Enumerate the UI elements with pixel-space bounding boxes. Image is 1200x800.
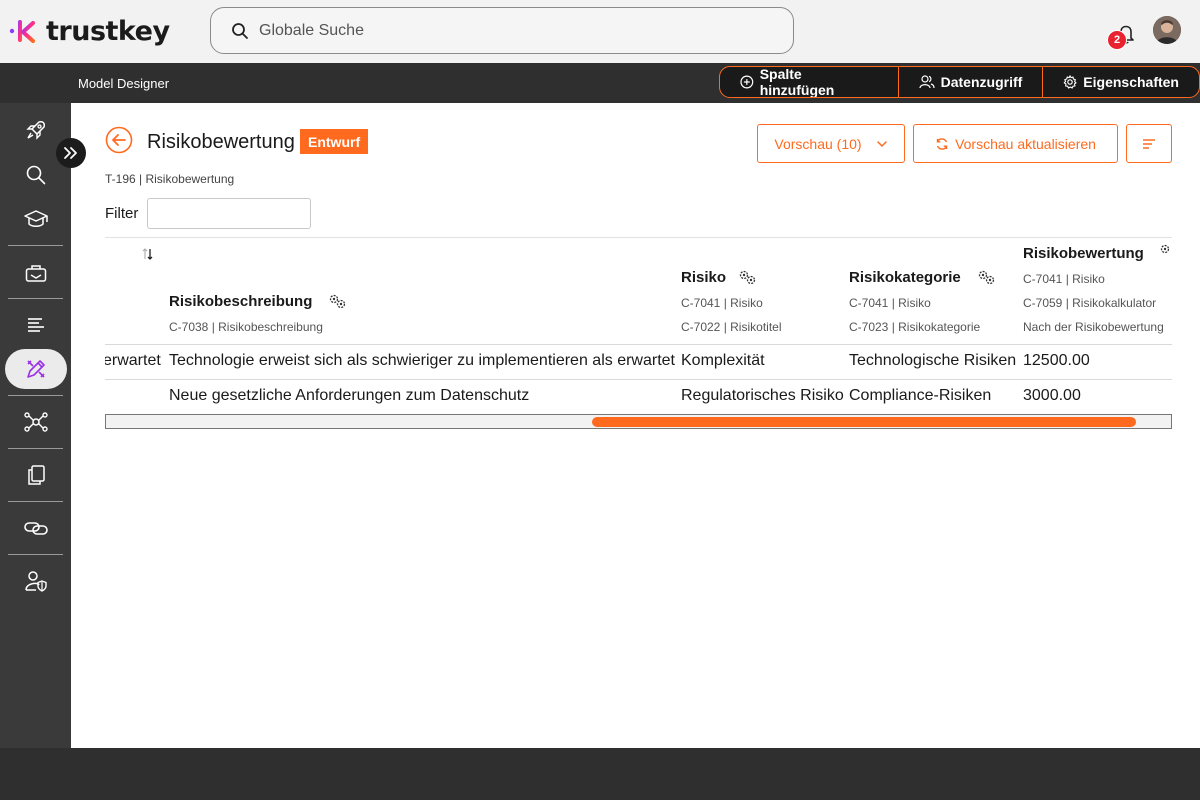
sidebar-item-list[interactable]	[5, 305, 67, 345]
designer-bar: Model Designer Spalte hinzufügen Datenzu…	[0, 63, 1200, 103]
users-icon	[919, 75, 935, 89]
column-header-risikobewertung[interactable]: Risikobewertung	[1023, 245, 1144, 262]
sidebar-divider	[8, 501, 63, 502]
sort-lines-icon	[1143, 138, 1155, 149]
sidebar-item-model-designer[interactable]	[5, 349, 67, 389]
avatar-image	[1153, 16, 1181, 44]
double-chevron-right-icon	[64, 147, 77, 159]
trustkey-logo-icon	[9, 20, 35, 43]
add-column-button[interactable]: Spalte hinzufügen	[720, 67, 899, 97]
table-divider	[105, 379, 1172, 380]
documents-icon	[28, 465, 45, 485]
back-arrow-icon[interactable]	[105, 126, 133, 154]
search-input[interactable]	[259, 21, 759, 40]
page-title: Risikobewertung	[147, 131, 295, 153]
sidebar-item-toolbox[interactable]	[5, 253, 67, 293]
sidebar-divider	[8, 554, 63, 555]
sort-button[interactable]	[1126, 124, 1172, 163]
logo[interactable]: trustkey	[8, 14, 170, 48]
column-source: C-7023 | Risikokategorie	[849, 320, 981, 334]
sidebar-item-links[interactable]	[5, 508, 67, 548]
data-table: Risikobeschreibung C-7038 | Risikobeschr…	[105, 237, 1172, 429]
refresh-preview-button[interactable]: Vorschau aktualisieren	[913, 124, 1118, 163]
sidebar-item-network[interactable]	[5, 402, 67, 442]
column-settings-icon[interactable]	[738, 269, 758, 285]
main-content: Risikobewertung Entwurf T-196 | Risikobe…	[71, 103, 1200, 748]
filter-label: Filter	[105, 205, 139, 222]
column-header-risikokategorie[interactable]: Risikokategorie	[849, 269, 961, 286]
sidebar-divider	[8, 448, 63, 449]
column-settings-icon[interactable]	[977, 269, 997, 285]
preview-label: Vorschau (10)	[774, 135, 862, 152]
plus-circle-icon	[740, 75, 754, 89]
column-source: C-7038 | Risikobeschreibung	[169, 320, 323, 334]
footer-bar	[0, 748, 1200, 800]
expand-sidebar-button[interactable]	[56, 138, 86, 168]
sidebar-divider	[8, 245, 63, 246]
link-icon	[24, 522, 48, 535]
column-header-risiko[interactable]: Risiko	[681, 269, 726, 286]
table-cell: 12500.00	[1023, 352, 1090, 369]
column-settings-icon[interactable]	[1159, 243, 1172, 259]
table-cell: Compliance-Risiken	[849, 387, 992, 404]
avatar[interactable]	[1153, 16, 1181, 44]
table-divider	[105, 344, 1172, 345]
status-badge: Entwurf	[300, 129, 369, 154]
list-icon	[28, 318, 44, 332]
column-source: C-7041 | Risiko	[681, 296, 763, 310]
search-icon	[232, 22, 248, 39]
sort-arrows-icon[interactable]	[141, 247, 155, 261]
properties-button[interactable]: Eigenschaften	[1043, 67, 1199, 97]
data-access-label: Datenzugriff	[940, 74, 1023, 90]
rocket-icon	[26, 121, 45, 140]
column-source: C-7022 | Risikotitel	[681, 320, 782, 334]
scrollbar-thumb[interactable]	[592, 417, 1136, 427]
table-cell: Technologie erweist sich als schwieriger…	[169, 352, 675, 369]
column-source: C-7041 | Risiko	[1023, 272, 1105, 286]
horizontal-scrollbar[interactable]	[105, 414, 1172, 429]
add-column-label: Spalte hinzufügen	[759, 66, 835, 98]
filter-input[interactable]	[147, 198, 311, 229]
refresh-label: Vorschau aktualisieren	[955, 135, 1096, 152]
design-tool-icon	[27, 360, 45, 378]
sidebar-divider	[8, 298, 63, 299]
column-source: C-7059 | Risikokalkulator	[1023, 296, 1157, 310]
toolbox-icon	[25, 265, 47, 282]
sidebar-divider	[8, 395, 63, 396]
sidebar-item-user-permissions[interactable]	[5, 561, 67, 601]
column-source: Nach der Risikobewertung	[1023, 320, 1164, 334]
network-icon	[24, 412, 48, 432]
table-top-border	[105, 237, 1172, 238]
gear-icon	[1063, 75, 1077, 89]
designer-actions: Spalte hinzufügen Datenzugriff Eigenscha…	[719, 66, 1200, 98]
data-access-button[interactable]: Datenzugriff	[899, 67, 1044, 97]
table-cell: erwartet	[105, 352, 161, 369]
chevron-down-icon	[876, 140, 887, 147]
section-title: Model Designer	[78, 76, 170, 91]
global-search[interactable]	[210, 7, 794, 54]
brand-name: trustkey	[46, 15, 170, 47]
column-source: C-7041 | Risiko	[849, 296, 931, 310]
breadcrumb: T-196 | Risikobewertung	[105, 172, 235, 186]
graduation-cap-icon	[24, 210, 48, 227]
column-settings-icon[interactable]	[328, 293, 348, 309]
table-cell: Neue gesetzliche Anforderungen zum Daten…	[169, 387, 530, 404]
sidebar	[0, 103, 71, 748]
top-bar: trustkey 2	[0, 0, 1200, 63]
preview-dropdown[interactable]: Vorschau (10)	[757, 124, 905, 163]
user-shield-icon	[25, 571, 47, 592]
table-cell: Komplexität	[681, 352, 765, 369]
column-header-risikobeschreibung[interactable]: Risikobeschreibung	[169, 293, 312, 310]
table-cell: 3000.00	[1023, 387, 1081, 404]
refresh-icon	[936, 137, 948, 150]
table-cell: Regulatorisches Risiko	[681, 387, 844, 404]
sidebar-item-documents[interactable]	[5, 455, 67, 495]
search-icon	[26, 165, 46, 185]
sidebar-item-learning[interactable]	[5, 199, 67, 239]
table-cell: Technologische Risiken	[849, 352, 1017, 369]
properties-label: Eigenschaften	[1083, 74, 1179, 90]
notification-badge: 2	[1107, 30, 1127, 50]
